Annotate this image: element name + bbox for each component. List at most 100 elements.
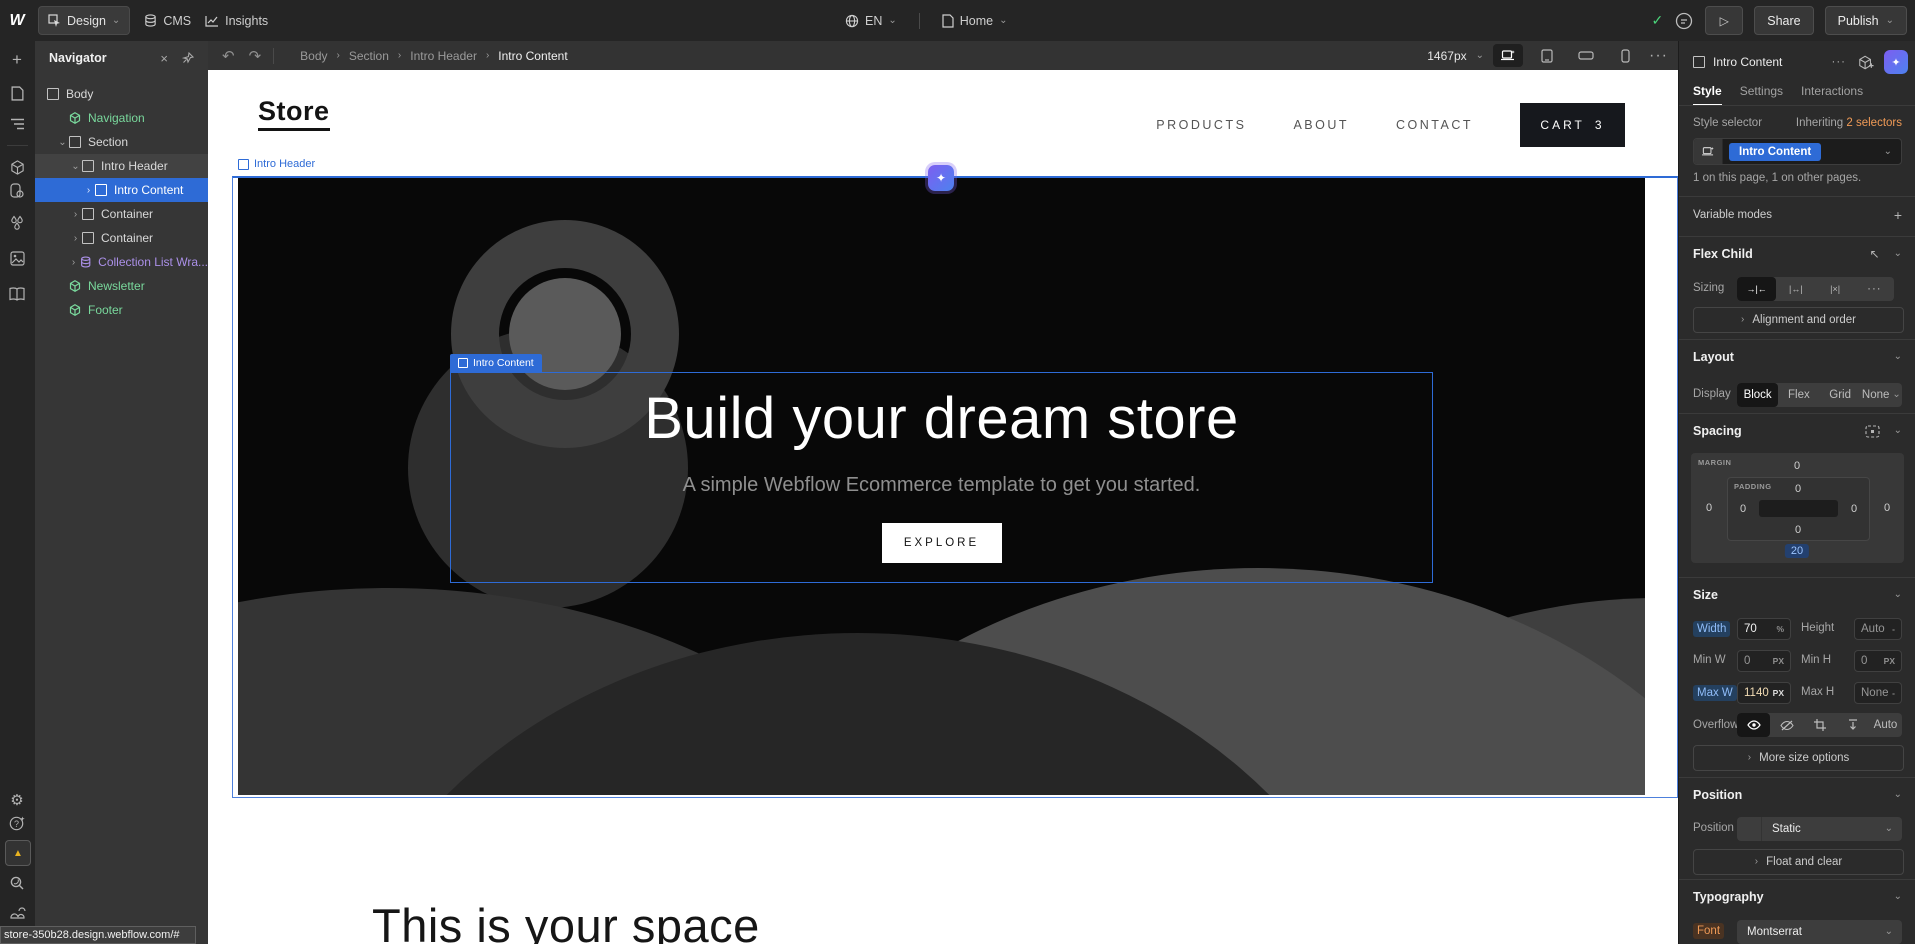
element-options-icon[interactable]: ··· bbox=[1832, 56, 1847, 68]
components-icon[interactable] bbox=[5, 155, 29, 179]
spacing-widget[interactable]: MARGIN 0 0 0 20 PADDING 0 0 0 0 bbox=[1691, 453, 1904, 563]
canvas-width-value[interactable]: 1467px bbox=[1427, 49, 1466, 63]
display-none-option[interactable]: None⌄ bbox=[1861, 383, 1902, 407]
intro-header-tag[interactable]: Intro Header bbox=[238, 158, 315, 170]
overflow-auto-option[interactable]: Auto bbox=[1869, 713, 1902, 737]
navigator-item-container[interactable]: › Container bbox=[35, 226, 208, 250]
chevron-right-icon[interactable]: › bbox=[69, 233, 82, 244]
sizing-fixed-option[interactable]: |×| bbox=[1816, 277, 1855, 301]
breakpoint-desktop-button[interactable] bbox=[1493, 44, 1523, 67]
comments-icon[interactable] bbox=[1674, 11, 1694, 31]
variables-icon[interactable] bbox=[5, 210, 29, 234]
chevron-down-icon[interactable]: ⌄ bbox=[1884, 147, 1892, 157]
breadcrumb-intro-header[interactable]: Intro Header bbox=[410, 49, 477, 63]
spacing-options-icon[interactable] bbox=[1865, 425, 1880, 438]
sizing-grow-option[interactable]: |↔| bbox=[1776, 277, 1815, 301]
pin-icon[interactable] bbox=[182, 52, 194, 64]
padding-right-value[interactable]: 0 bbox=[1851, 503, 1857, 515]
explore-button[interactable]: EXPLORE bbox=[882, 523, 1002, 563]
height-field[interactable]: Auto- bbox=[1854, 618, 1902, 640]
chevron-icon[interactable]: ⌄ bbox=[1894, 249, 1902, 259]
upgrade-warning-icon[interactable]: ▲ bbox=[5, 840, 31, 866]
chevron-right-icon[interactable]: › bbox=[67, 257, 79, 268]
assets-icon[interactable] bbox=[5, 246, 29, 270]
chevron-down-icon[interactable]: ⌄ bbox=[69, 161, 82, 172]
insights-button[interactable]: Insights bbox=[205, 14, 268, 28]
navigator-item-collection-list[interactable]: › Collection List Wra... bbox=[35, 250, 208, 274]
breadcrumb-intro-content[interactable]: Intro Content bbox=[498, 49, 567, 63]
selector-class-pill[interactable]: Intro Content bbox=[1729, 143, 1821, 161]
tab-settings[interactable]: Settings bbox=[1740, 77, 1783, 105]
padding-bottom-value[interactable]: 0 bbox=[1795, 524, 1801, 536]
section-heading[interactable]: This is your space bbox=[372, 898, 760, 944]
breakpoint-tablet-button[interactable] bbox=[1532, 44, 1562, 67]
width-field[interactable]: 70% bbox=[1737, 618, 1791, 640]
more-breakpoints-icon[interactable]: ··· bbox=[1649, 47, 1668, 65]
inheriting-count[interactable]: 2 selectors bbox=[1846, 117, 1902, 129]
chevron-icon[interactable]: ⌄ bbox=[1894, 892, 1902, 902]
feedback-clouds-icon[interactable] bbox=[5, 901, 29, 925]
sizing-shrink-option[interactable]: →|← bbox=[1737, 277, 1776, 301]
pages-icon[interactable] bbox=[5, 81, 29, 105]
padding-widget[interactable]: PADDING 0 0 0 0 bbox=[1727, 477, 1870, 541]
margin-left-value[interactable]: 0 bbox=[1706, 502, 1712, 514]
margin-right-value[interactable]: 0 bbox=[1884, 502, 1890, 514]
breadcrumb-body[interactable]: Body bbox=[300, 49, 327, 63]
navigator-item-intro-header[interactable]: ⌄ Intro Header bbox=[35, 154, 208, 178]
overflow-scroll-option[interactable] bbox=[1836, 713, 1869, 737]
navigator-icon[interactable] bbox=[5, 112, 29, 136]
styles-icon[interactable] bbox=[5, 178, 29, 202]
style-selector-input[interactable]: Intro Content ⌄ bbox=[1693, 138, 1902, 165]
display-flex-option[interactable]: Flex bbox=[1778, 383, 1819, 407]
float-and-clear-button[interactable]: ›Float and clear bbox=[1693, 849, 1904, 875]
chevron-right-icon[interactable]: › bbox=[82, 185, 95, 196]
design-mode-button[interactable]: Design ⌄ bbox=[38, 6, 130, 35]
position-select[interactable]: Static ⌄ bbox=[1737, 817, 1902, 841]
chevron-icon[interactable]: ⌄ bbox=[1894, 790, 1902, 800]
language-selector[interactable]: EN ⌄ bbox=[845, 14, 897, 28]
font-select[interactable]: Montserrat ⌄ bbox=[1737, 920, 1902, 944]
navigator-item-footer[interactable]: Footer bbox=[35, 298, 208, 322]
create-component-icon[interactable] bbox=[1858, 55, 1874, 70]
margin-bottom-value[interactable]: 20 bbox=[1785, 544, 1809, 558]
clear-icon[interactable] bbox=[1737, 817, 1762, 841]
nav-link-contact[interactable]: CONTACT bbox=[1396, 118, 1473, 132]
ai-sparkle-button[interactable]: ✦ bbox=[1884, 50, 1908, 74]
nav-link-products[interactable]: PRODUCTS bbox=[1156, 118, 1246, 132]
cms-button[interactable]: CMS bbox=[144, 14, 191, 28]
site-logo[interactable]: Store bbox=[258, 96, 330, 131]
navigator-item-intro-content[interactable]: › Intro Content bbox=[35, 178, 208, 202]
margin-top-value[interactable]: 0 bbox=[1794, 460, 1800, 472]
chevron-icon[interactable]: ⌄ bbox=[1894, 352, 1902, 362]
breakpoint-phone-portrait-button[interactable] bbox=[1610, 44, 1640, 67]
min-width-field[interactable]: 0PX bbox=[1737, 650, 1791, 672]
navigator-item-newsletter[interactable]: Newsletter bbox=[35, 274, 208, 298]
tab-style[interactable]: Style bbox=[1693, 77, 1722, 105]
nav-link-about[interactable]: ABOUT bbox=[1293, 118, 1349, 132]
chevron-icon[interactable]: ⌄ bbox=[1894, 426, 1902, 436]
hero-subtitle[interactable]: A simple Webflow Ecommerce template to g… bbox=[683, 474, 1201, 497]
navigator-item-navigation[interactable]: Navigation bbox=[35, 106, 208, 130]
page-selector[interactable]: Home ⌄ bbox=[942, 14, 1008, 28]
chevron-right-icon[interactable]: › bbox=[69, 209, 82, 220]
libraries-icon[interactable] bbox=[5, 282, 29, 306]
breakpoint-phone-landscape-button[interactable] bbox=[1571, 44, 1601, 67]
max-width-field[interactable]: 1140PX bbox=[1737, 682, 1791, 704]
overflow-visible-option[interactable] bbox=[1737, 713, 1770, 737]
navigator-item-body[interactable]: Body bbox=[35, 82, 208, 106]
ai-assistant-button[interactable]: ✦ bbox=[928, 165, 954, 191]
chevron-icon[interactable]: ⌄ bbox=[1894, 590, 1902, 600]
padding-top-value[interactable]: 0 bbox=[1795, 483, 1801, 495]
share-button[interactable]: Share bbox=[1754, 6, 1813, 35]
hero-title[interactable]: Build your dream store bbox=[644, 385, 1238, 452]
overflow-clip-option[interactable] bbox=[1803, 713, 1836, 737]
overflow-hidden-option[interactable] bbox=[1770, 713, 1803, 737]
publish-button[interactable]: Publish ⌄ bbox=[1825, 6, 1907, 35]
chevron-down-icon[interactable]: ⌄ bbox=[56, 137, 69, 148]
intro-content-tag[interactable]: Intro Content bbox=[450, 354, 542, 372]
cart-button[interactable]: CART 3 bbox=[1520, 103, 1625, 147]
add-variable-mode-icon[interactable]: + bbox=[1894, 207, 1902, 223]
alignment-and-order-button[interactable]: ›Alignment and order bbox=[1693, 307, 1904, 333]
undo-icon[interactable]: ↶ bbox=[222, 47, 235, 65]
sizing-more-option[interactable]: ··· bbox=[1855, 277, 1894, 301]
